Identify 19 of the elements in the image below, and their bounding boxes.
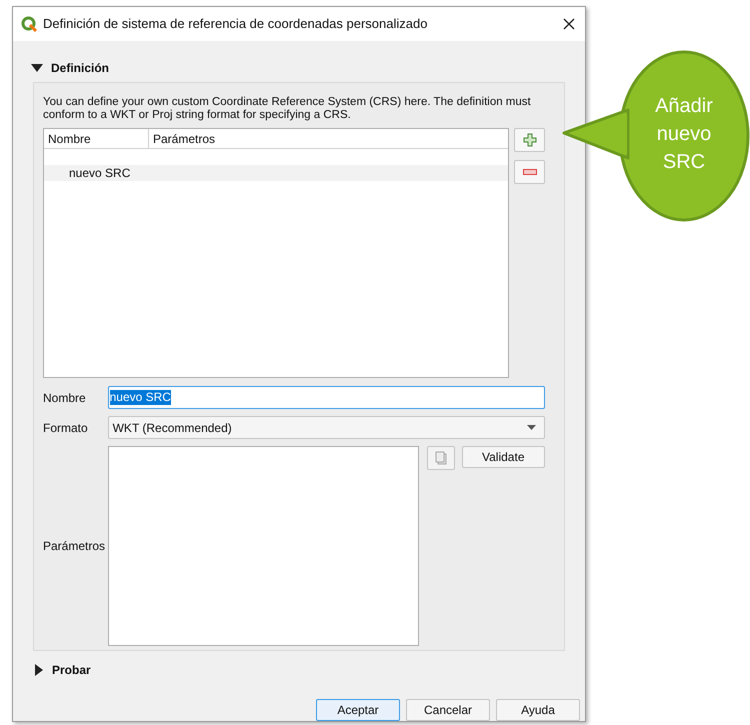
description-text: You can define your own custom Coordinate Reference System (CRS) here. The definition must conform to a WKT or Proj string format for specifying a CRS. <box>43 96 532 122</box>
format-dropdown[interactable]: WKT (Recommended) <box>108 416 545 440</box>
field-label: Formato <box>43 420 89 437</box>
column-header[interactable]: Parámetros <box>149 128 508 148</box>
column-header[interactable]: Nombre <box>44 128 149 148</box>
field-label: Nombre <box>43 390 87 407</box>
dialog-button[interactable]: Ayuda <box>496 699 580 721</box>
dropdown-value: WKT (Recommended) <box>112 420 233 437</box>
selected-text: nuevo SRC <box>110 390 171 406</box>
section-title: Definición <box>51 60 110 77</box>
dialog-button[interactable]: Aceptar <box>316 699 400 721</box>
dialog-button[interactable]: Cancelar <box>406 699 490 721</box>
section-title: Probar <box>52 662 91 680</box>
table-row[interactable]: nuevo SRC <box>44 164 508 181</box>
validate-button[interactable]: Validate <box>462 446 545 468</box>
field-label: Parámetros <box>43 538 106 555</box>
window-title: Definición de sistema de referencia de coordenadas personalizado <box>43 15 428 34</box>
callout-text: Añadir nuevo SRC <box>654 94 714 175</box>
name-field[interactable]: nuevo SRC <box>108 386 545 410</box>
